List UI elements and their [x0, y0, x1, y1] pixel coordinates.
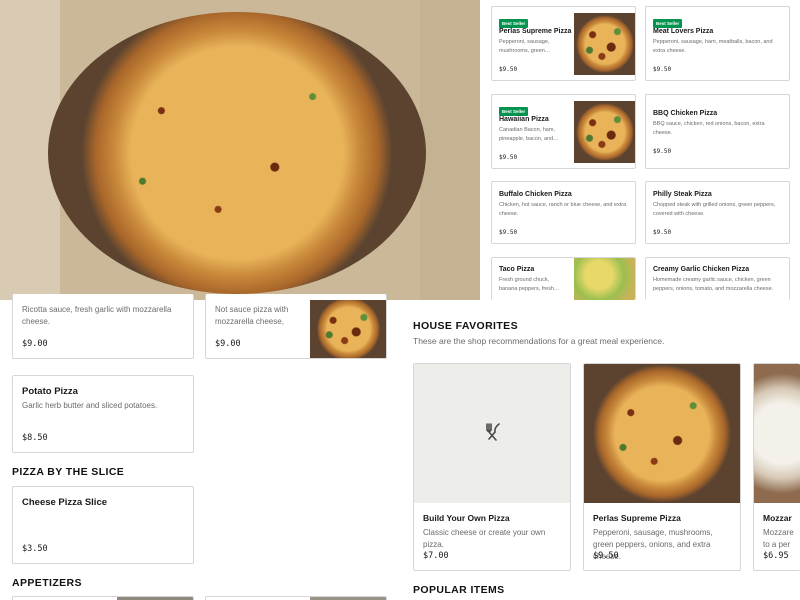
best-seller-badge: Best Seller: [653, 19, 683, 28]
favorite-card-perlas-supreme[interactable]: Perlas Supreme Pizza Pepperoni, sausage,…: [583, 363, 741, 571]
menu-card-no-sauce-pizza[interactable]: Not sauce pizza with mozzarella cheese, …: [205, 294, 387, 359]
item-photo: [584, 364, 740, 503]
section-title-appetizers: APPETIZERS: [12, 577, 82, 589]
item-price: $9.50: [653, 148, 672, 155]
item-name: Philly Steak Pizza: [653, 191, 712, 198]
item-name: Mozzar: [763, 513, 792, 523]
menu-card-creamy-garlic-chicken[interactable]: Creamy Garlic Chicken Pizza Homemade cre…: [645, 257, 790, 300]
item-description: BBQ sauce, chicken, red onions, bacon, e…: [653, 121, 765, 136]
item-price: $9.50: [499, 229, 518, 236]
item-description: Garlic herb butter and sliced potatoes.: [22, 401, 158, 410]
item-price: $7.00: [423, 551, 449, 561]
menu-card-bbq-chicken[interactable]: BBQ Chicken Pizza BBQ sauce, chicken, re…: [645, 94, 790, 169]
menu-card-hawaiian[interactable]: Best Seller Hawaiian Pizza Canadian Baco…: [491, 94, 636, 169]
item-description: Ricotta sauce, fresh garlic with mozzare…: [22, 305, 172, 326]
item-name: Cheese Pizza Slice: [22, 497, 108, 508]
item-description: Mozzare to a per: [763, 528, 794, 549]
section-title-pizza-by-the-slice: PIZZA BY THE SLICE: [12, 466, 125, 478]
image-placeholder: [414, 364, 570, 503]
hero-pizza-photo: [0, 0, 480, 300]
item-price: $9.00: [22, 339, 48, 349]
item-price: $8.50: [22, 433, 48, 443]
favorite-card-mozzarella[interactable]: Mozzar Mozzare to a per $6.95: [753, 363, 800, 571]
item-description: Homemade creamy garlic sauce, chicken, g…: [653, 277, 774, 292]
menu-card-taco[interactable]: Taco Pizza Fresh ground chuck, banana pe…: [491, 257, 636, 300]
section-title-house-favorites: HOUSE FAVORITES: [413, 320, 518, 332]
item-price: $3.50: [22, 544, 48, 554]
item-description: Not sauce pizza with mozzarella cheese, …: [215, 305, 289, 326]
menu-card-white-pizza[interactable]: Ricotta sauce, fresh garlic with mozzare…: [12, 294, 194, 359]
section-subtitle-house-favorites: These are the shop recommendations for a…: [413, 336, 665, 346]
item-price: $9.50: [653, 229, 672, 236]
item-thumbnail: [574, 258, 635, 300]
item-name: BBQ Chicken Pizza: [653, 110, 718, 117]
item-price: $9.50: [499, 66, 518, 73]
pizza-box-flap-right: [420, 0, 480, 300]
menu-card-cheese-slice[interactable]: Cheese Pizza Slice $3.50: [12, 486, 194, 564]
item-description: Classic cheese or create your own pizza.: [423, 528, 546, 549]
item-name: Perlas Supreme Pizza: [593, 513, 681, 523]
item-thumbnail: [310, 300, 386, 358]
favorite-card-build-your-own[interactable]: Build Your Own Pizza Classic cheese or c…: [413, 363, 571, 571]
item-name: Build Your Own Pizza: [423, 513, 510, 523]
menu-card-buffalo-chicken[interactable]: Buffalo Chicken Pizza Chicken, hot sauce…: [491, 181, 636, 244]
item-price: $9.00: [215, 339, 241, 349]
item-thumbnail: [574, 13, 635, 75]
item-name: Meat Lovers Pizza: [653, 28, 714, 35]
item-name: Creamy Garlic Chicken Pizza: [653, 266, 750, 273]
menu-card-perlas-supreme[interactable]: Best Seller Perlas Supreme Pizza Peppero…: [491, 6, 636, 81]
item-name: Hawaiian Pizza: [499, 116, 549, 123]
item-name: Buffalo Chicken Pizza: [499, 191, 572, 198]
menu-card-potato-pizza[interactable]: Potato Pizza Garlic herb butter and slic…: [12, 375, 194, 453]
best-seller-badge: Best Seller: [499, 19, 529, 28]
item-thumbnail: [574, 101, 635, 163]
pizza-image: [48, 12, 426, 294]
item-name: Perlas Supreme Pizza: [499, 28, 572, 35]
menu-card-meat-lovers[interactable]: Best Seller Meat Lovers Pizza Pepperoni,…: [645, 6, 790, 81]
appetizer-card-1[interactable]: [12, 596, 194, 600]
appetizer-card-2[interactable]: [205, 596, 387, 600]
item-price: $6.95: [763, 551, 789, 561]
item-price: $9.50: [499, 154, 518, 161]
item-description: Fresh ground chuck, banana peppers, fres…: [499, 277, 560, 292]
item-name: Potato Pizza: [22, 386, 78, 397]
utensils-icon: [486, 423, 500, 441]
item-description: Pepperoni, sausage, ham, meatballs, baco…: [653, 39, 773, 54]
item-description: Chopped steak with grilled onions, green…: [653, 202, 776, 217]
menu-card-philly-steak[interactable]: Philly Steak Pizza Chopped steak with gr…: [645, 181, 790, 244]
item-price: $9.50: [593, 551, 619, 561]
item-photo: [754, 364, 800, 503]
item-description: Pepperoni, sausage, mushrooms, green…: [499, 39, 551, 54]
item-name: Taco Pizza: [499, 266, 535, 273]
item-description: Chicken, hot sauce, ranch or blue cheese…: [499, 202, 627, 217]
section-title-popular-items: POPULAR ITEMS: [413, 584, 505, 596]
item-price: $9.50: [653, 66, 672, 73]
best-seller-badge: Best Seller: [499, 107, 529, 116]
item-description: Canadian Bacon, ham, pineapple, bacon, a…: [499, 127, 559, 142]
